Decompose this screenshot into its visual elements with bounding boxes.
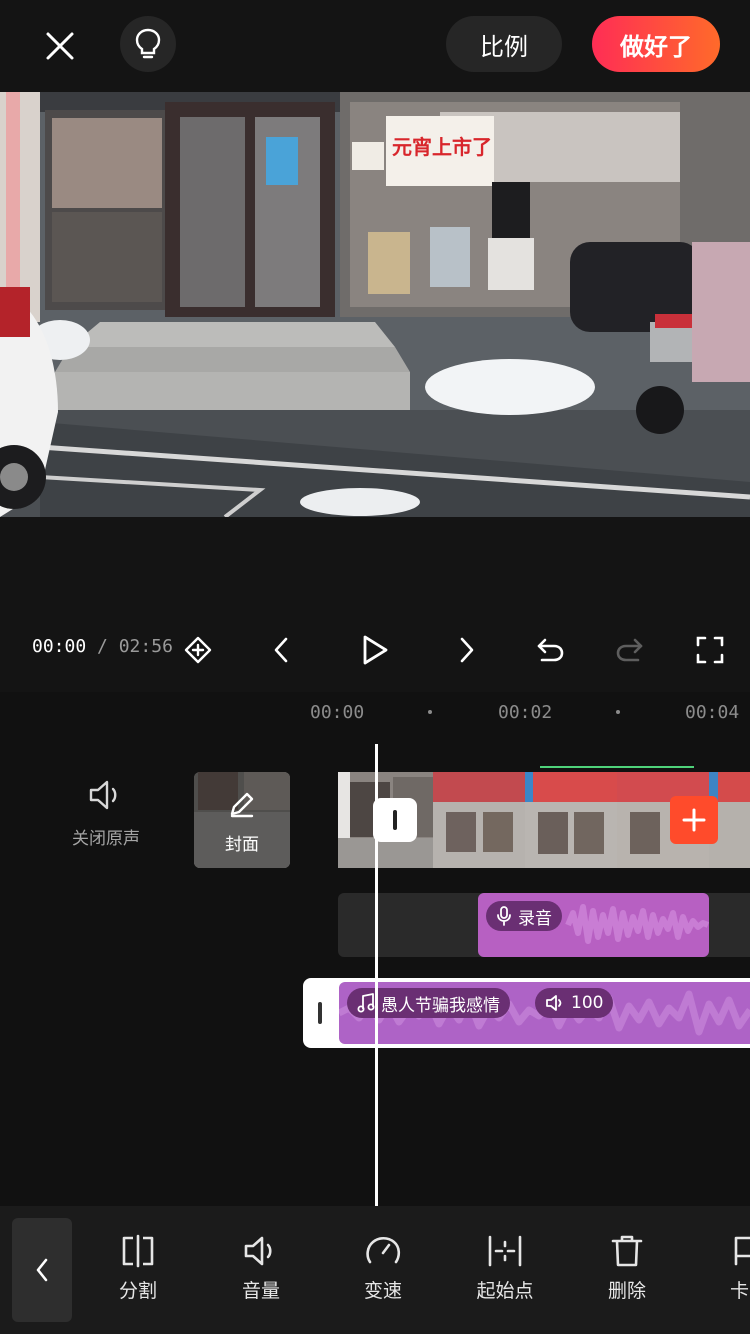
ruler-dot [616, 710, 620, 714]
recording-clip[interactable]: 录音 [478, 893, 709, 957]
beat-icon [734, 1236, 750, 1266]
current-time: 00:00 [32, 636, 87, 657]
beat-marker-line [540, 766, 694, 768]
delete-icon [611, 1235, 643, 1267]
delete-label: 删除 [607, 1280, 646, 1302]
mute-original-label: 关闭原声 [72, 829, 140, 849]
speaker-icon [89, 780, 117, 810]
start-point-icon [488, 1235, 522, 1267]
music-trim-handle[interactable] [318, 1002, 322, 1024]
video-frame-storefront: 元宵上市了 [0, 92, 750, 517]
fullscreen-button[interactable] [690, 630, 730, 670]
speed-button[interactable]: 变速 [338, 1234, 428, 1303]
clip-trim-handle[interactable] [373, 798, 417, 842]
done-button[interactable]: 做好了 [592, 16, 720, 72]
music-title: 愚人节骗我感情 [381, 995, 500, 1016]
keyframe-button[interactable] [178, 630, 218, 670]
next-frame-button[interactable] [446, 630, 486, 670]
beat-label: 卡 [730, 1280, 750, 1302]
recording-chip: 录音 [486, 901, 562, 931]
music-volume-chip: 100 [535, 988, 614, 1018]
microphone-icon [497, 906, 511, 926]
ruler-label: 00:04 [685, 702, 740, 723]
play-icon [363, 635, 388, 665]
playhead[interactable] [375, 744, 378, 1206]
keyframe-icon [184, 636, 212, 664]
poster-text: 元宵上市了 [392, 135, 492, 159]
close-icon [46, 32, 74, 60]
split-icon [122, 1234, 154, 1268]
ruler-label: 00:02 [498, 702, 553, 723]
music-title-chip: 愚人节骗我感情 [347, 988, 510, 1018]
split-label: 分割 [118, 1280, 157, 1302]
start-point-button[interactable]: 起始点 [460, 1234, 550, 1303]
add-clip-button[interactable] [670, 796, 718, 844]
speed-label: 变速 [363, 1280, 402, 1302]
time-separator: / [97, 636, 108, 657]
close-button[interactable] [36, 22, 84, 70]
undo-icon [537, 638, 564, 662]
volume-button[interactable]: 音量 [216, 1234, 306, 1303]
delete-button[interactable]: 删除 [582, 1234, 672, 1303]
music-clip[interactable]: 愚人节骗我感情 100 [339, 982, 750, 1044]
fullscreen-icon [696, 636, 724, 664]
beat-button[interactable]: 卡 [704, 1234, 750, 1303]
split-button[interactable]: 分割 [93, 1234, 183, 1303]
music-note-icon [357, 993, 375, 1013]
speaker-icon [546, 995, 562, 1011]
plus-icon [682, 808, 706, 832]
volume-icon [244, 1236, 272, 1266]
playback-control-bar: 00:00 / 02:56 [0, 622, 750, 678]
pencil-icon [230, 792, 254, 818]
cover-label: 封面 [225, 835, 259, 855]
video-preview[interactable]: 元宵上市了 [0, 92, 750, 517]
time-display: 00:00 / 02:56 [32, 636, 173, 657]
redo-button[interactable] [610, 630, 650, 670]
music-volume: 100 [571, 993, 604, 1013]
tips-button[interactable] [120, 16, 176, 72]
play-button[interactable] [355, 630, 395, 670]
toolbar-back-button[interactable] [12, 1218, 72, 1322]
lightbulb-icon [135, 28, 161, 59]
undo-button[interactable] [530, 630, 570, 670]
redo-icon [616, 638, 643, 662]
aspect-ratio-button[interactable]: 比例 [446, 16, 562, 72]
volume-label: 音量 [241, 1280, 280, 1302]
recording-label: 录音 [518, 908, 552, 929]
previous-frame-button[interactable] [262, 630, 302, 670]
cover-button[interactable]: 封面 [194, 772, 290, 868]
start-point-label: 起始点 [476, 1280, 534, 1302]
bottom-toolbar: 分割 音量 变速 起始点 删除 卡 [0, 1206, 750, 1334]
chevron-right-icon [460, 637, 474, 663]
top-bar: 比例 做好了 [0, 0, 750, 92]
speed-icon [366, 1236, 401, 1264]
ruler-dot [428, 710, 432, 714]
mute-original-audio-button[interactable]: 关闭原声 [60, 778, 152, 868]
chevron-left-icon [274, 637, 288, 663]
ruler-label: 00:00 [310, 702, 365, 723]
chevron-left-icon [36, 1258, 48, 1282]
total-time: 02:56 [118, 636, 173, 657]
